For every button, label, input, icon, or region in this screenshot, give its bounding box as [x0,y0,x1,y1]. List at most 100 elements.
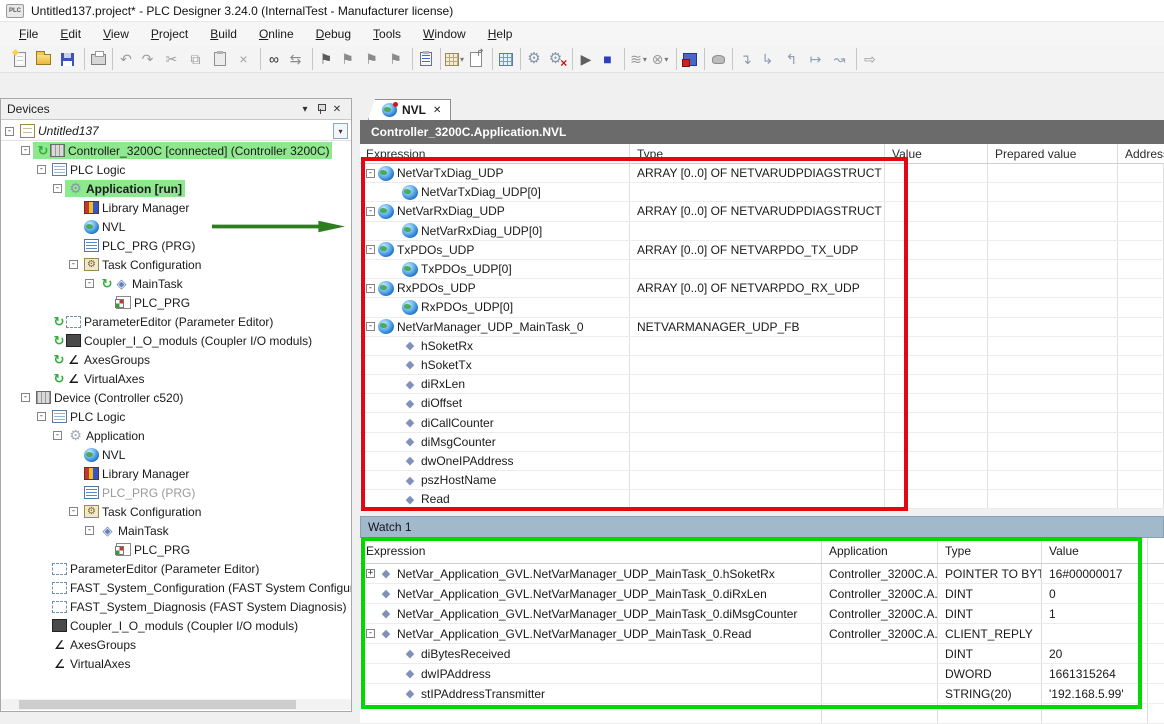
toolbar-button-start[interactable]: ▶ [572,48,596,70]
device-tree-item[interactable]: VirtualAxes ▾ [1,369,351,388]
nvl-table-row[interactable]: Read [360,490,1164,509]
device-tree-item[interactable]: ParameterEditor (Parameter Editor) ▾ [1,312,351,331]
device-tree-item[interactable]: PLC_PRG ▾ [1,293,351,312]
expand-toggle[interactable]: - [37,165,46,174]
device-tree-item[interactable]: Library Manager ▾ [1,464,351,483]
device-tree-item[interactable]: - MainTask ▾ [1,521,351,540]
toolbar-button-step-over[interactable]: ↴ [732,48,756,70]
tab-close-icon[interactable]: ✕ [433,105,441,116]
column-header-prepared-value[interactable]: Prepared value [988,144,1118,163]
expand-toggle[interactable]: - [366,629,375,638]
nvl-table-row[interactable]: - NetVarRxDiag_UDP ARRAY [0..0] OF NETVA… [360,202,1164,221]
column-header-expression[interactable]: Expression [360,144,630,163]
nvl-table-row[interactable]: diRxLen [360,375,1164,394]
device-tree-item[interactable]: Coupler_I_O_moduls (Coupler I/O moduls) … [1,331,351,350]
device-tree-item[interactable]: - Task Configuration ▾ [1,255,351,274]
column-header-value[interactable]: Value [885,144,988,163]
device-tree-item[interactable]: VirtualAxes ▾ [1,654,351,673]
close-icon[interactable]: ✕ [329,102,345,117]
expand-toggle[interactable]: - [85,526,94,535]
watch-column-type[interactable]: Type [938,538,1042,563]
toolbar-button-cut[interactable]: ✂ [160,48,184,70]
toolbar-button-find[interactable]: ∞ [260,48,284,70]
device-tree-item[interactable]: - Application ▾ [1,426,351,445]
watch-column-expression[interactable]: Expression [360,538,822,563]
watch-row[interactable]: stIPAddressTransmitter STRING(20) '192.1… [360,684,1164,704]
menu-item[interactable]: Project [140,24,199,44]
menu-item[interactable]: Tools [362,24,412,44]
column-header-type[interactable]: Type [630,144,885,163]
expand-toggle[interactable]: - [366,284,375,293]
toolbar-button-build[interactable]: ▾ [440,48,464,70]
menu-item[interactable]: Help [477,24,524,44]
device-tree-item[interactable]: Library Manager ▾ [1,198,351,217]
expand-toggle[interactable]: - [69,260,78,269]
menu-item[interactable]: Window [412,24,477,44]
toolbar-button-save-project[interactable] [56,48,80,70]
nvl-table-row[interactable]: diOffset [360,394,1164,413]
device-tree-item[interactable]: - Controller_3200C [connected] (Controll… [1,141,351,160]
toolbar-button-single-cycle[interactable]: ⇨ [856,48,880,70]
device-tree-item[interactable]: - PLC Logic ▾ [1,407,351,426]
toolbar-button-login[interactable] [520,48,544,70]
device-tree-item[interactable]: - Application [run] ▾ [1,179,351,198]
device-tree-item[interactable]: PLC_PRG ▾ [1,540,351,559]
expand-toggle[interactable]: - [21,146,30,155]
toolbar-button-create-boot-application[interactable] [676,48,700,70]
toolbar-button-open-project[interactable] [32,48,56,70]
watch-row[interactable]: diBytesReceived DINT 20 [360,644,1164,664]
toolbar-button-step-out[interactable]: ↰ [780,48,804,70]
nvl-table-row[interactable]: dwOneIPAddress [360,452,1164,471]
menu-item[interactable]: Debug [305,24,362,44]
toolbar-button-stop[interactable]: ■ [596,48,620,70]
device-tree-item[interactable]: FAST_System_Diagnosis (FAST System Diagn… [1,597,351,616]
panel-menu-arrow-icon[interactable]: ▾ [297,102,313,117]
watch-row[interactable]: - NetVar_Application_GVL.NetVarManager_U… [360,624,1164,644]
device-tree-item[interactable]: - MainTask ▾ [1,274,351,293]
toolbar-button-copy[interactable]: ⧉ [184,48,208,70]
toolbar-button-breakpoint-tool[interactable] [704,48,728,70]
toolbar-button-visualization-toolbox[interactable] [492,48,516,70]
expand-toggle[interactable]: - [366,207,375,216]
toolbar-button-step-into[interactable]: ↳ [756,48,780,70]
toolbar-button-force-values[interactable]: ≋ ▾ [624,48,648,70]
toolbar-button-delete[interactable]: × [232,48,256,70]
watch-column-application[interactable]: Application [822,538,938,563]
expand-toggle[interactable]: - [366,245,375,254]
toolbar-button-clear-bookmarks[interactable]: ⚑ [384,48,408,70]
watch-row[interactable]: + NetVar_Application_GVL.NetVarManager_U… [360,564,1164,584]
nvl-table-row[interactable]: - NetVarManager_UDP_MainTask_0 NETVARMAN… [360,318,1164,337]
nvl-table-row[interactable]: RxPDOs_UDP[0] [360,298,1164,317]
nvl-table-row[interactable]: - TxPDOs_UDP ARRAY [0..0] OF NETVARPDO_T… [360,241,1164,260]
toolbar-button-replace[interactable]: ⇆ [284,48,308,70]
expand-toggle[interactable]: - [85,279,94,288]
device-combo-dropdown-icon[interactable]: ▾ [333,123,348,139]
menu-item[interactable]: View [92,24,140,44]
device-tree-item[interactable]: - Task Configuration ▾ [1,502,351,521]
nvl-table-row[interactable]: diCallCounter [360,413,1164,432]
expand-toggle[interactable]: - [366,169,375,178]
watch-row[interactable]: dwIPAddress DWORD 1661315264 [360,664,1164,684]
device-tree-item[interactable]: FAST_System_Configuration (FAST System C… [1,578,351,597]
column-header-address[interactable]: Address [1118,144,1164,163]
nvl-table-row[interactable]: - NetVarTxDiag_UDP ARRAY [0..0] OF NETVA… [360,164,1164,183]
menu-item[interactable]: File [8,24,49,44]
toolbar-button-toggle-bookmark[interactable]: ⚑ [312,48,336,70]
watch-row[interactable]: NetVar_Application_GVL.NetVarManager_UDP… [360,604,1164,624]
device-tree-item[interactable]: AxesGroups ▾ [1,350,351,369]
watch-column-value[interactable]: Value [1042,538,1148,563]
expand-toggle[interactable]: - [53,431,62,440]
menu-item[interactable]: Build [199,24,248,44]
nvl-table-row[interactable]: pszHostName [360,471,1164,490]
toolbar-button-generate-code[interactable] [464,48,488,70]
toolbar-button-redo[interactable]: ↷ [136,48,160,70]
scrollbar-thumb[interactable] [19,700,296,709]
watch-row[interactable] [360,704,1164,724]
device-tree-item[interactable]: - Untitled137 ▾ [1,122,351,141]
toolbar-button-unforce-values[interactable]: ⊗ ▾ [648,48,672,70]
toolbar-button-input-assistant[interactable] [412,48,436,70]
pin-icon[interactable] [313,102,329,117]
watch-row[interactable]: NetVar_Application_GVL.NetVarManager_UDP… [360,584,1164,604]
expand-toggle[interactable]: - [53,184,62,193]
device-tree-item[interactable]: NVL ▾ [1,445,351,464]
